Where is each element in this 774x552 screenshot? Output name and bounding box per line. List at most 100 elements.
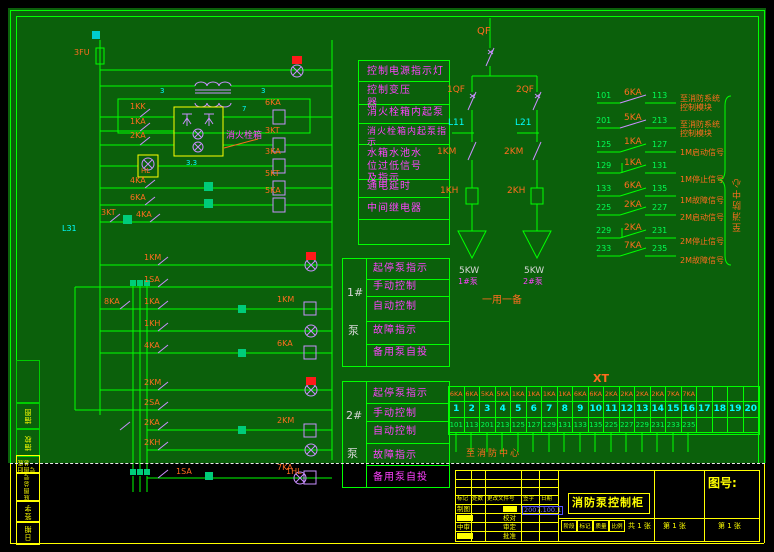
xt-terminal-cell: 113 <box>465 418 481 433</box>
xt-relay-cell: 6KA <box>465 387 481 402</box>
contactor-label: 2KM <box>504 148 523 158</box>
xt-number-cell: 16 <box>682 402 698 417</box>
coil-label: 5KT <box>265 170 280 179</box>
tb-stage-cell: 质量 <box>593 520 609 532</box>
xt-number-cell: 17 <box>697 402 713 417</box>
tb-redacted <box>457 515 473 521</box>
relay-label: 1HL <box>286 468 302 477</box>
col-divider <box>366 259 367 366</box>
cad-canvas: 控制电源指示灯 控制变压器 消火栓箱内起泵 消火栓箱内起泵指示 水箱水池水位过低… <box>0 0 774 552</box>
terminal-no: 235 <box>652 245 667 254</box>
relay-label: 1KA <box>624 159 642 169</box>
col-divider <box>366 382 367 487</box>
terminal-no: 133 <box>596 185 611 194</box>
wire-tag: 7 <box>242 106 246 114</box>
alarm-squares <box>292 56 316 385</box>
margin-box-label: 底图总号 <box>25 473 31 501</box>
relay-label: 6KA <box>277 340 293 349</box>
title-block: 标记 处数 更改文件号 签字 日期 制图 2007.100.1 校对 中审 审定… <box>455 470 760 542</box>
drawing-title: 消防泵控制柜 <box>572 497 644 508</box>
signal-desc: 1M启动信号 <box>680 149 724 158</box>
motor-power: 5KW <box>524 267 544 277</box>
coil-label: 3KA <box>265 148 281 157</box>
tb-header: 标记 <box>457 497 468 503</box>
relay-label: 6KA <box>624 182 642 192</box>
pump1-tag: 1# <box>347 287 363 299</box>
relay-label: 2KM <box>144 379 161 388</box>
xt-number-cell: 5 <box>511 402 527 417</box>
legend-panel-pump1: 1# 泵 起停泵指示 手动控制 自动控制 故障指示 备用泵自投 <box>342 258 450 367</box>
legend-row: 手动控制 <box>373 408 417 421</box>
xt-terminal-cell: 233 <box>666 418 682 433</box>
row-divider <box>366 443 449 444</box>
legend-row: 起停泵指示 <box>373 388 428 401</box>
xt-relay-cell: 6KA <box>589 387 605 402</box>
legend-row: 通电延时 <box>367 181 411 194</box>
line-label: L21 <box>515 119 531 129</box>
row-divider <box>366 279 449 280</box>
relay-label: 1KA <box>624 138 642 148</box>
row-divider <box>359 219 449 220</box>
contactor-label: 1KM <box>437 148 456 158</box>
xt-terminal-cell <box>713 418 729 433</box>
xt-relay-cell: 1KA <box>558 387 574 402</box>
signal-desc: 2M停止信号 <box>680 238 724 247</box>
xt-terminal-cell: 227 <box>620 418 636 433</box>
relay-label: 2KA <box>624 224 642 234</box>
xt-number-cell: 11 <box>604 402 620 417</box>
xt-number-cell: 13 <box>635 402 651 417</box>
signal-desc: 1M停止信号 <box>680 176 724 185</box>
fuse-label: 3FU <box>74 49 90 58</box>
pump2-tag2: 泵 <box>347 448 358 460</box>
relay-label: 2SA <box>144 399 160 408</box>
signal-desc: 至消防系统控制模块 <box>680 95 726 112</box>
margin-box: 签字 <box>16 500 40 523</box>
tb-sheet-no: 第 1 张 <box>663 523 686 530</box>
xt-relay-cell: 2KA <box>604 387 620 402</box>
motor-power: 5KW <box>459 267 479 277</box>
tb-line <box>485 471 486 541</box>
xt-relay-cell: 2KA <box>651 387 667 402</box>
xt-number-row: 1234567891011121314151617181920 <box>449 402 759 417</box>
row-divider <box>366 344 449 345</box>
legend-row: 故障指示 <box>373 325 417 338</box>
tb-doc-no: 2007.100.1 <box>522 506 563 515</box>
tb-stage-cell: 标记 <box>577 520 593 532</box>
tb-header: 更改文件号 <box>487 497 515 503</box>
relay-label: 7KA <box>624 242 642 252</box>
margin-box-empty <box>16 360 40 404</box>
relay-label: 6KA <box>624 89 642 99</box>
margin-box: 描校 <box>16 428 40 457</box>
margin-box-label: 日期 <box>25 525 32 541</box>
relay-label: 1KH <box>144 320 160 329</box>
tb-redacted <box>503 506 517 512</box>
legend-row: 水箱水池水位过低信号及指示 <box>367 148 431 186</box>
xt-terminal-cell: 129 <box>542 418 558 433</box>
terminal-no: 231 <box>652 227 667 236</box>
tb-line <box>471 471 472 541</box>
tb-row-label: 审定 <box>503 524 516 531</box>
pump1-tag2: 泵 <box>348 325 359 337</box>
thermal-label: 1KH <box>440 187 458 197</box>
terminal-no: 127 <box>652 141 667 150</box>
xt-terminal-table: 6KA6KA5KA5KA1KA1KA1KA1KA6KA6KA2KA2KA2KA2… <box>448 386 760 435</box>
xt-relay-cell <box>728 387 744 402</box>
relay-label: 2KA <box>144 419 160 428</box>
legend-row: 手动控制 <box>373 281 417 294</box>
xt-number-cell: 15 <box>666 402 682 417</box>
xt-terminal-row: 1011132012131251271291311331352252272292… <box>449 418 759 433</box>
contact-label: 4KA <box>130 177 146 186</box>
legend-row: 消火栓箱内起泵 <box>367 107 444 120</box>
xt-relay-cell: 1KA <box>542 387 558 402</box>
relay-label: 4KA <box>144 342 160 351</box>
relay-label: 1SA <box>144 276 160 285</box>
legend-row: 故障指示 <box>373 450 417 463</box>
sheet-cutline <box>10 463 765 464</box>
row-divider <box>366 296 449 297</box>
hydrant-box-label: 消火栓箱 <box>226 132 262 142</box>
margin-box-label: 旧底图总号 <box>19 456 37 473</box>
tb-row-label: 校对 <box>503 515 516 522</box>
terminal-no: 229 <box>596 227 611 236</box>
legend-row: 自动控制 <box>373 301 417 314</box>
wire-label: L31 <box>62 225 77 234</box>
